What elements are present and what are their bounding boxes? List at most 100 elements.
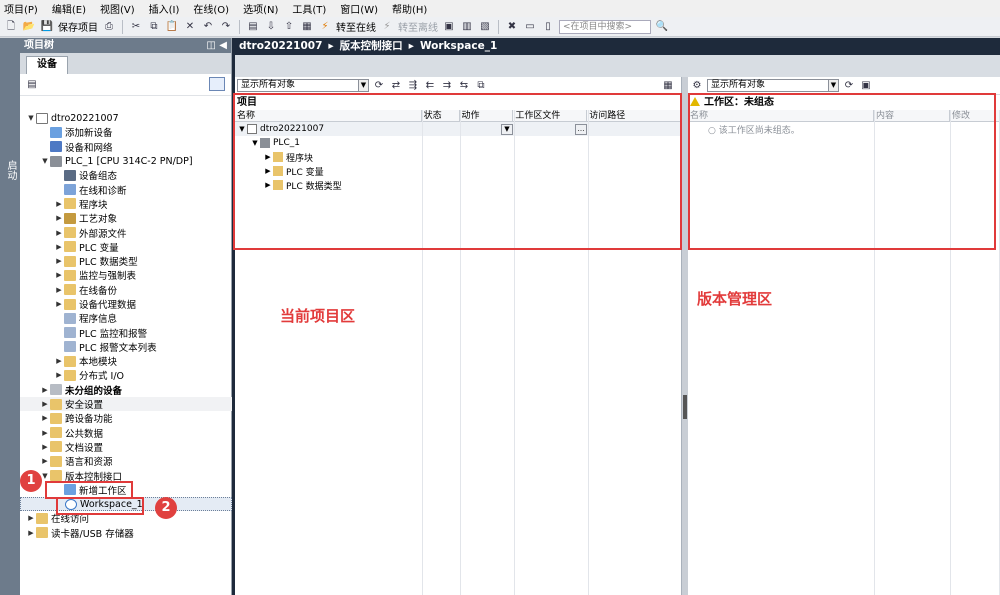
tree-item[interactable]: 添加新设备 — [20, 125, 232, 139]
collapsed-arrow-icon[interactable]: ▶ — [54, 300, 64, 308]
collapsed-arrow-icon[interactable]: ▶ — [40, 443, 50, 451]
collapsed-arrow-icon[interactable]: ▶ — [26, 529, 36, 537]
accessible-devices-icon[interactable]: ▣ — [442, 20, 456, 34]
collapse-panel-icon[interactable]: ◫ ◀ — [206, 38, 227, 53]
arrow-right-icon[interactable]: ⇉ — [440, 79, 454, 93]
collapsed-arrow-icon[interactable]: ▶ — [40, 457, 50, 465]
compile-icon[interactable]: ▤ — [246, 20, 260, 34]
tree-item[interactable]: PLC 报警文本列表 — [20, 340, 232, 354]
go-online-icon[interactable]: ⚡ — [318, 20, 332, 34]
open-project-icon[interactable]: 📂 — [22, 20, 36, 34]
layout-icon[interactable]: ▦ — [661, 79, 675, 93]
delete-icon[interactable]: ✕ — [183, 20, 197, 34]
split-horizontal-icon[interactable]: ▭ — [523, 20, 537, 34]
workspace-settings-icon[interactable]: ▣ — [859, 79, 873, 93]
tree-item[interactable]: ▶ 跨设备功能 — [20, 411, 232, 425]
upload-icon[interactable]: ⇧ — [282, 20, 296, 34]
menu-item[interactable]: 帮助(H) — [392, 1, 427, 16]
tree-item[interactable]: ▶ 语言和资源 — [20, 454, 232, 468]
menu-item[interactable]: 插入(I) — [149, 1, 180, 16]
breadcrumb-workspace[interactable]: Workspace_1 — [420, 38, 497, 55]
print-icon[interactable]: ⎙ — [102, 20, 116, 34]
menu-item[interactable]: 编辑(E) — [52, 1, 86, 16]
collapsed-arrow-icon[interactable]: ▶ — [40, 429, 50, 437]
breadcrumb-vci[interactable]: 版本控制接口 — [340, 38, 403, 55]
expanded-arrow-icon[interactable]: ▼ — [40, 157, 50, 165]
details-view-icon[interactable]: ▤ — [25, 78, 39, 92]
search-icon[interactable]: 🔍 — [655, 20, 669, 34]
menu-item[interactable]: 项目(P) — [4, 1, 38, 16]
save-icon[interactable]: 💾 — [40, 20, 54, 34]
tree-item[interactable]: ▶ 外部源文件 — [20, 225, 232, 240]
chevron-down-icon[interactable]: ▼ — [828, 80, 838, 91]
tree-item[interactable]: ▶ 公共数据 — [20, 426, 232, 440]
tree-item[interactable]: ▶ 工艺对象 — [20, 211, 232, 225]
new-project-icon[interactable]: 🗋 — [4, 20, 18, 34]
tree-item[interactable]: ▶ 设备代理数据 — [20, 297, 232, 311]
collapsed-arrow-icon[interactable]: ▶ — [54, 243, 64, 251]
collapsed-arrow-icon[interactable]: ▶ — [54, 229, 64, 237]
tree-item[interactable]: ▶ PLC 变量 — [20, 240, 232, 254]
diagnostics-icon[interactable]: ▧ — [478, 20, 492, 34]
go-online-button[interactable]: 转至在线 — [336, 19, 376, 34]
tree-item[interactable]: 设备和网络 — [20, 140, 232, 154]
version-filter-dropdown[interactable]: 显示所有对象 ▼ — [707, 79, 839, 92]
tree-item[interactable]: 在线和诊断 — [20, 182, 232, 197]
collapsed-arrow-icon[interactable]: ▶ — [54, 200, 64, 208]
arrow-left-icon[interactable]: ⇇ — [423, 79, 437, 93]
save-project-button[interactable]: 保存项目 — [58, 19, 98, 34]
configure-icon[interactable]: ⚙ — [690, 79, 704, 93]
tree-item[interactable]: ▶ 分布式 I/O — [20, 368, 232, 382]
collapsed-arrow-icon[interactable]: ▶ — [40, 386, 50, 394]
breadcrumb-project[interactable]: dtro20221007 — [239, 38, 322, 55]
refresh-icon[interactable]: ⟳ — [372, 79, 386, 93]
tree-item[interactable]: ▶ 文档设置 — [20, 440, 232, 454]
split-vertical-icon[interactable]: ▯ — [541, 20, 555, 34]
redo-icon[interactable]: ↷ — [219, 20, 233, 34]
collapsed-arrow-icon[interactable]: ▶ — [54, 357, 64, 365]
tree-item[interactable]: ▶ 读卡器/USB 存储器 — [20, 526, 232, 540]
collapsed-arrow-icon[interactable]: ▶ — [54, 371, 64, 379]
chevron-down-icon[interactable]: ▼ — [358, 80, 368, 91]
collapsed-arrow-icon[interactable]: ▶ — [54, 271, 64, 279]
project-search-input[interactable]: <在项目中搜索> — [559, 19, 651, 34]
tree-item[interactable]: ▶ 本地模块 — [20, 354, 232, 368]
copy-icon[interactable]: ⧉ — [147, 20, 161, 34]
menu-item[interactable]: 在线(O) — [193, 1, 229, 16]
tree-item[interactable]: ▶ PLC 数据类型 — [20, 254, 232, 268]
tree-item[interactable]: ▶ 安全设置 — [20, 396, 232, 412]
menu-item[interactable]: 窗口(W) — [340, 1, 378, 16]
splitter-handle-icon[interactable] — [683, 395, 687, 419]
cut-icon[interactable]: ✂ — [129, 20, 143, 34]
menu-item[interactable]: 工具(T) — [292, 1, 326, 16]
go-offline-icon[interactable]: ⚡ — [380, 20, 394, 34]
simulation-icon[interactable]: ▦ — [300, 20, 314, 34]
tree-item[interactable]: ▶ 在线备份 — [20, 283, 232, 297]
paste-icon[interactable]: 📋 — [165, 20, 179, 34]
tree-item[interactable]: ▶ 监控与强制表 — [20, 268, 232, 282]
menu-item[interactable]: 选项(N) — [243, 1, 278, 16]
collapsed-arrow-icon[interactable]: ▶ — [40, 414, 50, 422]
download-icon[interactable]: ⇩ — [264, 20, 278, 34]
tree-item[interactable]: ▼ dtro20221007 — [20, 111, 232, 125]
overview-toggle-icon[interactable] — [209, 77, 225, 91]
cross-reference-icon[interactable]: ▥ — [460, 20, 474, 34]
collapsed-arrow-icon[interactable]: ▶ — [54, 214, 64, 222]
collapsed-arrow-icon[interactable]: ▶ — [40, 400, 50, 408]
refresh-icon[interactable]: ⟳ — [842, 79, 856, 93]
expanded-arrow-icon[interactable]: ▼ — [26, 114, 36, 122]
compare-icon[interactable]: ⧉ — [474, 79, 488, 93]
start-portal-strip[interactable]: 启动 — [0, 38, 20, 595]
tree-item[interactable]: ▶ 程序块 — [20, 197, 232, 211]
collapsed-arrow-icon[interactable]: ▶ — [54, 257, 64, 265]
undo-icon[interactable]: ↶ — [201, 20, 215, 34]
tree-item[interactable]: ▼ PLC_1 [CPU 314C-2 PN/DP] — [20, 154, 232, 168]
tree-item[interactable]: 设备组态 — [20, 168, 232, 182]
tab-devices[interactable]: 设备 — [26, 56, 68, 74]
close-editor-icon[interactable]: ✖ — [505, 20, 519, 34]
collapsed-arrow-icon[interactable]: ▶ — [26, 514, 36, 522]
export-icon[interactable]: ⇶ — [406, 79, 420, 93]
collapsed-arrow-icon[interactable]: ▶ — [54, 286, 64, 294]
project-filter-dropdown[interactable]: 显示所有对象 ▼ — [237, 79, 369, 92]
tree-item[interactable]: 程序信息 — [20, 311, 232, 325]
